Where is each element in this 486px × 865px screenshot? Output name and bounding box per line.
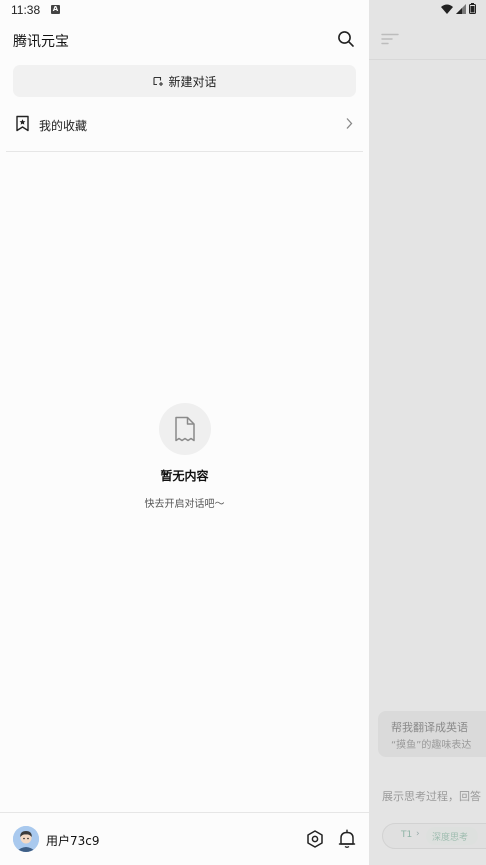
- status-icons: [441, 3, 476, 14]
- main-header-divider: [369, 59, 486, 60]
- new-chat-icon: [153, 76, 164, 86]
- favorites-row[interactable]: 我的收藏: [0, 108, 369, 140]
- new-chat-button[interactable]: 新建对话: [13, 65, 356, 97]
- empty-state: 暂无内容 快去开启对话吧～: [0, 403, 369, 510]
- model-name: T1: [401, 830, 413, 840]
- screen: 腾讯元宝 新建对话 我的收藏 暂无内容 快去开启对话吧～ 用户73c9 帮我翻译…: [0, 0, 486, 865]
- avatar-icon: [13, 826, 39, 852]
- wifi-icon: [441, 4, 453, 14]
- hexagon-settings-icon: [307, 830, 323, 848]
- favorites-label: 我的收藏: [39, 119, 88, 133]
- suggestion-subtitle: “摸鱼”的趣味表达: [391, 740, 472, 751]
- avatar[interactable]: [13, 826, 39, 852]
- side-drawer: 腾讯元宝 新建对话 我的收藏 暂无内容 快去开启对话吧～ 用户73c9: [0, 0, 369, 865]
- battery-icon: [469, 3, 476, 14]
- notification-app-icon: A: [51, 5, 60, 14]
- chevron-right-icon: [346, 118, 353, 129]
- bell-icon: [338, 829, 356, 848]
- settings-button[interactable]: [305, 829, 325, 849]
- new-chat-label: 新建对话: [168, 74, 217, 89]
- username[interactable]: 用户73c9: [46, 832, 100, 849]
- empty-subtitle: 快去开启对话吧～: [144, 499, 225, 510]
- menu-icon: [381, 33, 399, 45]
- suggestion-card[interactable]: 帮我翻译成英语 “摸鱼”的趣味表达: [378, 711, 486, 757]
- model-selector[interactable]: T1 › 深度思考: [382, 823, 486, 849]
- model-caret-icon: ›: [416, 829, 420, 839]
- status-bar: 11:38 A: [0, 0, 486, 20]
- search-icon: [338, 31, 354, 47]
- notification-button[interactable]: [338, 829, 356, 849]
- document-icon: [174, 416, 195, 442]
- main-content-overlay[interactable]: 帮我翻译成英语 “摸鱼”的趣味表达 展示思考过程，回答 T1 › 深度思考: [369, 0, 486, 865]
- status-time: 11:38: [11, 3, 41, 17]
- app-title: 腾讯元宝: [13, 34, 69, 50]
- drawer-header: 腾讯元宝: [0, 20, 369, 60]
- drawer-footer: 用户73c9: [0, 813, 369, 865]
- empty-icon-circle: [158, 403, 211, 455]
- signal-icon: [456, 3, 466, 14]
- empty-title: 暂无内容: [160, 469, 209, 483]
- chat-input-placeholder[interactable]: 展示思考过程，回答: [382, 788, 481, 804]
- deep-think-label: 深度思考: [432, 833, 469, 843]
- divider: [6, 151, 363, 152]
- search-button[interactable]: [337, 30, 355, 48]
- bookmark-star-icon: [16, 115, 29, 132]
- deep-think-toggle[interactable]: 深度思考: [426, 827, 478, 845]
- suggestion-title: 帮我翻译成英语: [391, 721, 468, 734]
